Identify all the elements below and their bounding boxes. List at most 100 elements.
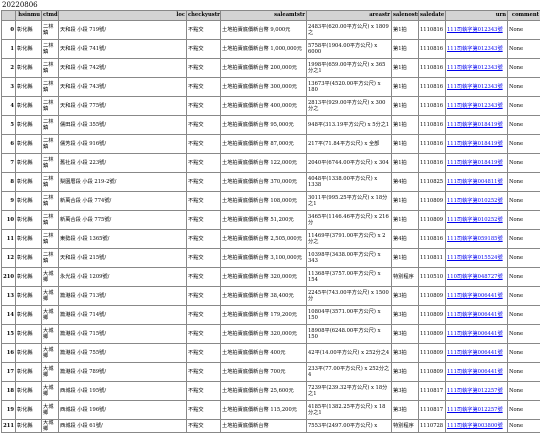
cell-saledate: 1110510 (419, 268, 446, 287)
col-header-saleamtstr[interactable]: saleamtstr (221, 11, 307, 21)
cell-comment: None (508, 40, 540, 59)
cell-salenostr: 第1拍 (392, 78, 419, 97)
col-header-loc[interactable]: loc (59, 11, 187, 21)
cell-saledate: 1110809 (419, 344, 446, 363)
cell-ctmd: 二林鎮 (42, 192, 59, 211)
cell-urn: 111司執字第015524號 (446, 249, 508, 268)
cell-checkyustr: 不點交 (187, 192, 221, 211)
case-link[interactable]: 111司執字第006441號 (447, 312, 503, 318)
cell-comment: None (508, 230, 540, 249)
cell-comment: None (508, 382, 540, 401)
case-link[interactable]: 111司執字第012257號 (447, 407, 503, 413)
case-link[interactable]: 111司執字第003800號 (447, 423, 503, 429)
cell-checkyustr: 不點交 (187, 21, 221, 40)
case-link[interactable]: 110司執字第048727號 (447, 274, 503, 280)
cell-saledate: 1110816 (419, 230, 446, 249)
col-header-comment[interactable]: comment (508, 11, 540, 21)
col-header-urn[interactable]: urn (446, 11, 508, 21)
cell-saleamtstr: 土地拍賣底價新台幣 87,000元 (221, 135, 307, 154)
col-header-salenostr[interactable]: salenostr (392, 11, 419, 21)
cell-areastr: 10398平(3438.00平方公尺) x 343 (307, 249, 392, 268)
table-row: 13彰化縣大城鄉篇港段 小段 713號/不點交土地拍賣底價新台幣 38,400元… (2, 287, 540, 306)
cell-saledate: 1110817 (419, 382, 446, 401)
case-link[interactable]: 111司執字第012343號 (447, 84, 503, 90)
case-link[interactable]: 111司執字第004811號 (447, 179, 503, 185)
row-index: 16 (2, 344, 16, 363)
case-link[interactable]: 111司執字第010252號 (447, 198, 503, 204)
row-index: 19 (2, 401, 16, 420)
cell-saleamtstr: 土地拍賣底價新台幣 25,600元 (221, 382, 307, 401)
cell-ctmd: 二林鎮 (42, 78, 59, 97)
cell-loc: 永光段 小段 1209號/ (59, 268, 187, 287)
cell-checkyustr: 不點交 (187, 211, 221, 230)
cell-salenostr: 第1拍 (392, 40, 419, 59)
cell-comment: None (508, 420, 540, 433)
case-link[interactable]: 111司執字第006441號 (447, 293, 503, 299)
cell-hsinmu: 彰化縣 (16, 116, 42, 135)
table-row: 18彰化縣大城鄉西城段 小段 195號/不點交土地拍賣底價新台幣 25,600元… (2, 382, 540, 401)
cell-checkyustr: 不點交 (187, 135, 221, 154)
case-link[interactable]: 111司執字第015524號 (447, 255, 503, 261)
table-row: 3彰化縣二林鎮天和段 小段 743號/不點交土地拍賣底價新台幣 300,000元… (2, 78, 540, 97)
col-header-saledate[interactable]: saledate (419, 11, 446, 21)
table-row: 16彰化縣大城鄉篇港段 小段 755號/不點交土地拍賣底價新台幣 400元42平… (2, 344, 540, 363)
case-link[interactable]: 111司執字第012343號 (447, 103, 503, 109)
cell-hsinmu: 彰化縣 (16, 249, 42, 268)
cell-ctmd: 二林鎮 (42, 40, 59, 59)
cell-comment: None (508, 116, 540, 135)
row-index: 6 (2, 135, 16, 154)
case-link[interactable]: 111司執字第012343號 (447, 27, 503, 33)
table-row: 210彰化縣大城鄉永光段 小段 1209號/不點交土地拍賣底價新台幣 320,0… (2, 268, 540, 287)
row-index: 5 (2, 116, 16, 135)
case-link[interactable]: 111司執字第006441號 (447, 369, 503, 375)
case-link[interactable]: 111司執字第006441號 (447, 331, 503, 337)
cell-areastr: 42平(14.00平方公尺) x 252分之4 (307, 344, 392, 363)
date-label: 20220806 (0, 0, 540, 10)
table-row: 211彰化縣大城鄉西城段 小段 61號/不點交土地拍賣底價新台幣7553平(24… (2, 420, 540, 433)
cell-ctmd: 二林鎮 (42, 116, 59, 135)
cell-hsinmu: 彰化縣 (16, 173, 42, 192)
cell-hsinmu: 彰化縣 (16, 268, 42, 287)
case-link[interactable]: 111司執字第059185號 (447, 236, 503, 242)
cell-saleamtstr: 土地拍賣底價新台幣 700元 (221, 363, 307, 382)
cell-comment: None (508, 154, 540, 173)
cell-hsinmu: 彰化縣 (16, 420, 42, 433)
cell-hsinmu: 彰化縣 (16, 154, 42, 173)
cell-loc: 新萬合段 小段 774號/ (59, 192, 187, 211)
case-link[interactable]: 111司執字第012343號 (447, 65, 503, 71)
col-header-hsinmu[interactable]: hsinmu (16, 11, 42, 21)
row-index: 17 (2, 363, 16, 382)
cell-salenostr: 第1拍 (392, 116, 419, 135)
cell-salenostr: 第4拍 (392, 230, 419, 249)
cell-areastr: 1998平(659.00平方公尺) x 365分之1 (307, 59, 392, 78)
cell-saleamtstr: 土地拍賣底價新台幣 95,000元 (221, 116, 307, 135)
case-link[interactable]: 111司執字第012257號 (447, 388, 503, 394)
cell-ctmd: 二林鎮 (42, 97, 59, 116)
cell-loc: 西城段 小段 195號/ (59, 382, 187, 401)
cell-loc: 天和段 小段 775號/ (59, 97, 187, 116)
cell-areastr: 4048平(1338.00平方公尺) x 1338 (307, 173, 392, 192)
case-link[interactable]: 111司執字第018419號 (447, 141, 503, 147)
cell-loc: 舊社段 小段 223號/ (59, 154, 187, 173)
cell-saleamtstr: 土地拍賣底價新台幣 320,000元 (221, 268, 307, 287)
cell-urn: 111司執字第012343號 (446, 21, 508, 40)
col-header-checkyustr[interactable]: checkyustr (187, 11, 221, 21)
col-header-index[interactable] (2, 11, 16, 21)
cell-comment: None (508, 287, 540, 306)
cell-comment: None (508, 306, 540, 325)
table-row: 0彰化縣二林鎮天和段 小段 719號/不點交土地拍賣底價新台幣 9,000元24… (2, 21, 540, 40)
case-link[interactable]: 111司執字第010252號 (447, 217, 503, 223)
cell-saledate: 1110728 (419, 420, 446, 433)
case-link[interactable]: 111司執字第012343號 (447, 46, 503, 52)
col-header-ctmd[interactable]: ctmd (42, 11, 59, 21)
col-header-areastr[interactable]: areastr (307, 11, 392, 21)
cell-urn: 111司執字第010252號 (446, 192, 508, 211)
cell-checkyustr: 不點交 (187, 59, 221, 78)
table-row: 12彰化縣二林鎮天和段 小段 215號/不點交土地拍賣底價新台幣 3,100,0… (2, 249, 540, 268)
case-link[interactable]: 111司執字第018419號 (447, 160, 503, 166)
cell-hsinmu: 彰化縣 (16, 21, 42, 40)
case-link[interactable]: 111司執字第018419號 (447, 122, 503, 128)
cell-hsinmu: 彰化縣 (16, 97, 42, 116)
cell-loc: 儒芳段 小段 916號/ (59, 135, 187, 154)
case-link[interactable]: 111司執字第006441號 (447, 350, 503, 356)
